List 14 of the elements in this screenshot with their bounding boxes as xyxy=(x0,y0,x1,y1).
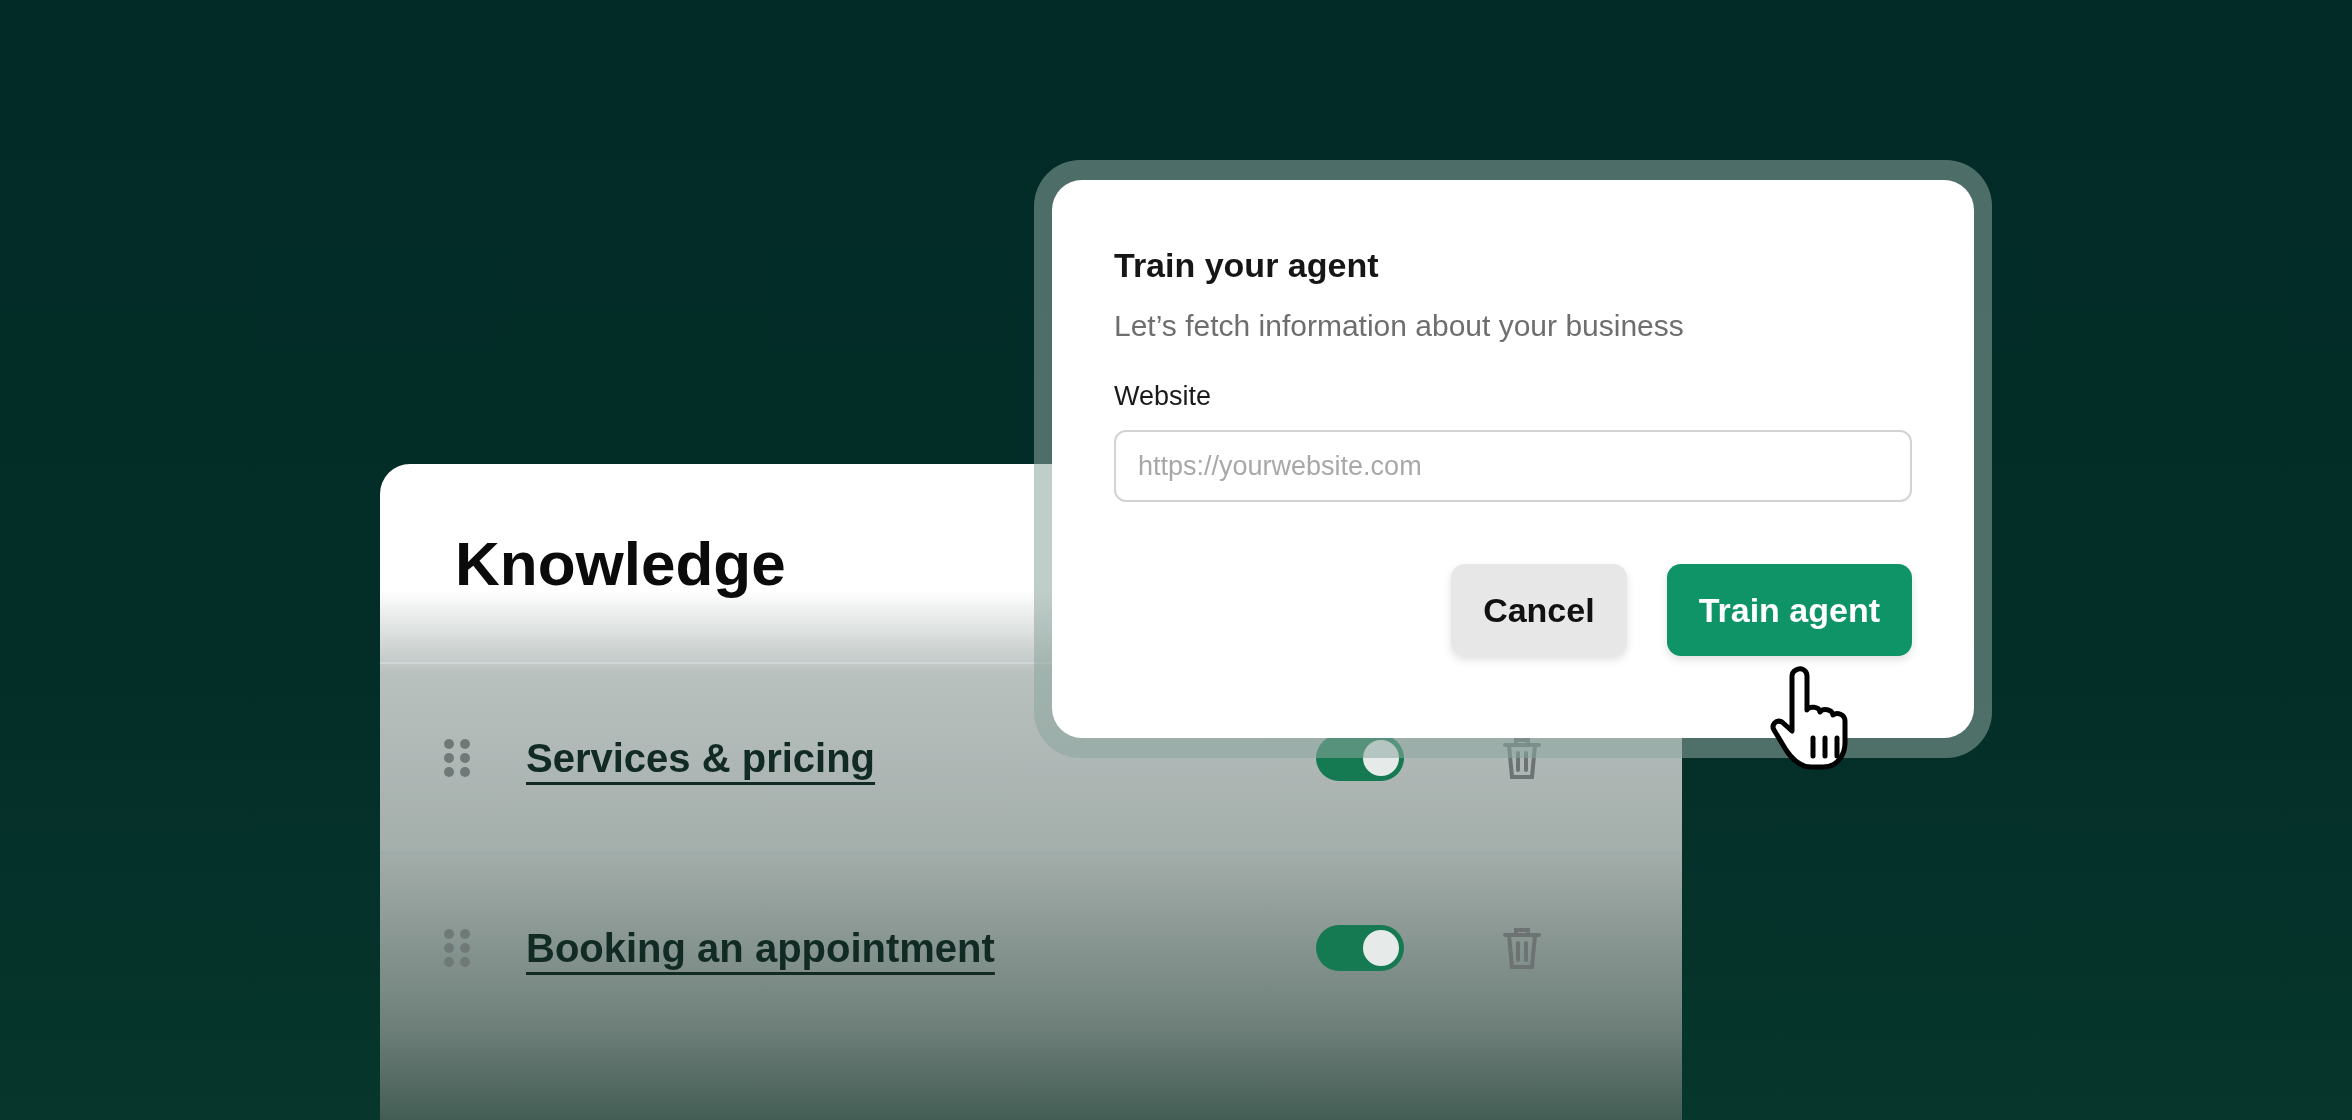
train-agent-button[interactable]: Train agent xyxy=(1666,564,1912,656)
website-field[interactable]: https://yourwebsite.com xyxy=(1114,430,1912,502)
drag-handle-icon[interactable] xyxy=(444,929,470,967)
toggle-switch[interactable] xyxy=(1316,735,1404,781)
dialog-subtitle: Let’s fetch information about your business xyxy=(1114,309,1685,343)
cancel-button[interactable]: Cancel xyxy=(1451,564,1627,656)
knowledge-item-link[interactable]: Booking an appointment xyxy=(526,925,1316,971)
toggle-switch[interactable] xyxy=(1316,925,1404,971)
field-label: Website xyxy=(1114,381,1213,412)
knowledge-title: Knowledge xyxy=(455,527,786,599)
knowledge-item-link[interactable]: Services & pricing xyxy=(526,735,1316,781)
dialog-title: Train your agent xyxy=(1114,246,1380,285)
drag-handle-icon[interactable] xyxy=(444,739,470,777)
trash-icon[interactable] xyxy=(1502,736,1542,780)
